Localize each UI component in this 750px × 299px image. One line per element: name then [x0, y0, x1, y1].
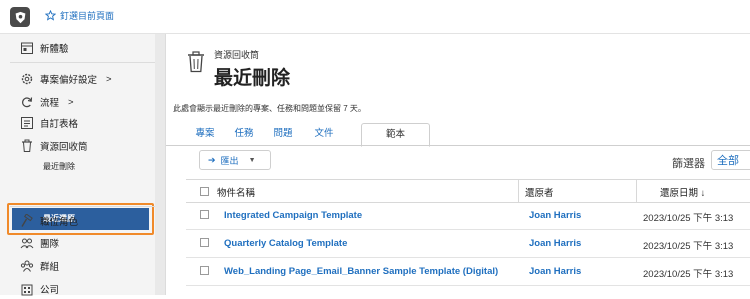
filter-select[interactable]: 全部: [711, 150, 750, 170]
breadcrumb[interactable]: 資源回收筒: [214, 48, 259, 61]
tab-documents[interactable]: 文件: [304, 123, 344, 145]
row-checkbox[interactable]: [200, 210, 209, 219]
group-icon: [20, 259, 34, 273]
sidebar-subitem-recently-deleted[interactable]: 最近刪除: [43, 161, 75, 172]
hammer-icon: [20, 214, 34, 228]
filter-label: 篩選器: [672, 155, 705, 171]
refresh-icon: [20, 95, 34, 109]
pin-icon: [45, 10, 56, 21]
shield-logo-icon[interactable]: [10, 7, 30, 27]
sidebar-item-label: 職位角色: [40, 214, 78, 228]
sidebar-item-label: 自訂表格: [40, 116, 78, 130]
column-header-restored-date[interactable]: 還原日期 ↓: [660, 185, 705, 199]
sidebar-item-label: 團隊: [40, 236, 59, 250]
page-description: 此處會顯示最近刪除的專案、任務和問題並保留 7 天。: [173, 103, 366, 114]
select-all-checkbox[interactable]: [200, 187, 209, 196]
row-checkbox[interactable]: [200, 238, 209, 247]
team-icon: [20, 236, 34, 250]
sidebar-item-label: 流程: [40, 95, 59, 109]
row-name-link[interactable]: Web_Landing Page_Email_Banner Sample Tem…: [224, 266, 498, 277]
sidebar-item-project-preferences[interactable]: 專案偏好設定 >: [20, 72, 112, 86]
sidebar-item-companies[interactable]: 公司: [20, 282, 59, 296]
row-date: 2023/10/25 下午 3:13: [643, 210, 733, 224]
sidebar-divider: [10, 62, 155, 63]
column-header-restored-by[interactable]: 還原者: [525, 185, 554, 199]
tab-issues[interactable]: 問題: [263, 123, 303, 145]
top-bar: 釘選目前頁面: [0, 0, 750, 34]
row-restored-by-link[interactable]: Joan Harris: [529, 238, 581, 249]
sidebar-item-label: 群組: [40, 259, 59, 273]
sidebar-item-groups[interactable]: 群組: [20, 259, 59, 273]
row-restored-by-link[interactable]: Joan Harris: [529, 266, 581, 277]
trash-icon: [20, 139, 34, 153]
gear-icon: [20, 72, 34, 86]
sidebar-divider: [10, 206, 155, 207]
sidebar-scrollbar[interactable]: [155, 34, 165, 295]
form-icon: [20, 116, 34, 130]
table-row: Integrated Campaign Template Joan Harris…: [186, 201, 750, 230]
sidebar-item-new-experience[interactable]: 新體驗: [20, 41, 69, 55]
sidebar-item-label: 公司: [40, 282, 59, 296]
row-date: 2023/10/25 下午 3:13: [643, 266, 733, 280]
page-title: 最近刪除: [214, 63, 290, 90]
export-button[interactable]: ➔ 匯出 ▼: [199, 150, 271, 170]
arrow-right-icon: ➔: [208, 155, 216, 166]
sidebar-item-process[interactable]: 流程 >: [20, 95, 74, 109]
calendar-icon: [20, 41, 34, 55]
tab-underline: [166, 145, 750, 146]
row-restored-by-link[interactable]: Joan Harris: [529, 210, 581, 221]
chevron-right-icon: >: [106, 74, 112, 85]
sidebar-item-label: 專案偏好設定: [40, 72, 97, 86]
column-divider: [636, 180, 637, 202]
row-checkbox[interactable]: [200, 266, 209, 275]
main-content: 資源回收筒 最近刪除 此處會顯示最近刪除的專案、任務和問題並保留 7 天。 專案…: [166, 34, 750, 295]
sidebar-item-label: 資源回收筒: [40, 139, 88, 153]
pin-page-label: 釘選目前頁面: [60, 9, 114, 22]
table-header: 物件名稱 還原者 還原日期 ↓: [186, 179, 750, 203]
table-row: Quarterly Catalog Template Joan Harris 2…: [186, 229, 750, 258]
tab-tasks[interactable]: 任務: [225, 123, 263, 145]
tab-templates[interactable]: 範本: [361, 123, 430, 147]
row-name-link[interactable]: Integrated Campaign Template: [224, 210, 362, 221]
filter-value: 全部: [717, 155, 739, 167]
sidebar-item-custom-forms[interactable]: 自訂表格: [20, 116, 78, 130]
sidebar-item-job-roles[interactable]: 職位角色: [20, 214, 78, 228]
sidebar-item-recycle-bin[interactable]: 資源回收筒: [20, 139, 88, 153]
row-name-link[interactable]: Quarterly Catalog Template: [224, 238, 347, 249]
sidebar-item-label: 新體驗: [40, 41, 69, 55]
column-header-name[interactable]: 物件名稱: [217, 185, 255, 199]
building-icon: [20, 282, 34, 296]
chevron-down-icon: ▼: [249, 157, 256, 164]
tab-projects[interactable]: 專案: [186, 123, 224, 145]
trash-icon: [186, 51, 206, 78]
export-label: 匯出: [221, 154, 239, 167]
sidebar: 新體驗 專案偏好設定 > 流程 > 自訂表格 資源回收筒 最近刪除 最近還原: [0, 34, 166, 295]
column-divider: [518, 180, 519, 202]
chevron-right-icon: >: [68, 97, 74, 108]
table-row: Web_Landing Page_Email_Banner Sample Tem…: [186, 257, 750, 286]
sidebar-item-teams[interactable]: 團隊: [20, 236, 59, 250]
pin-page-button[interactable]: 釘選目前頁面: [45, 9, 114, 22]
row-date: 2023/10/25 下午 3:13: [643, 238, 733, 252]
